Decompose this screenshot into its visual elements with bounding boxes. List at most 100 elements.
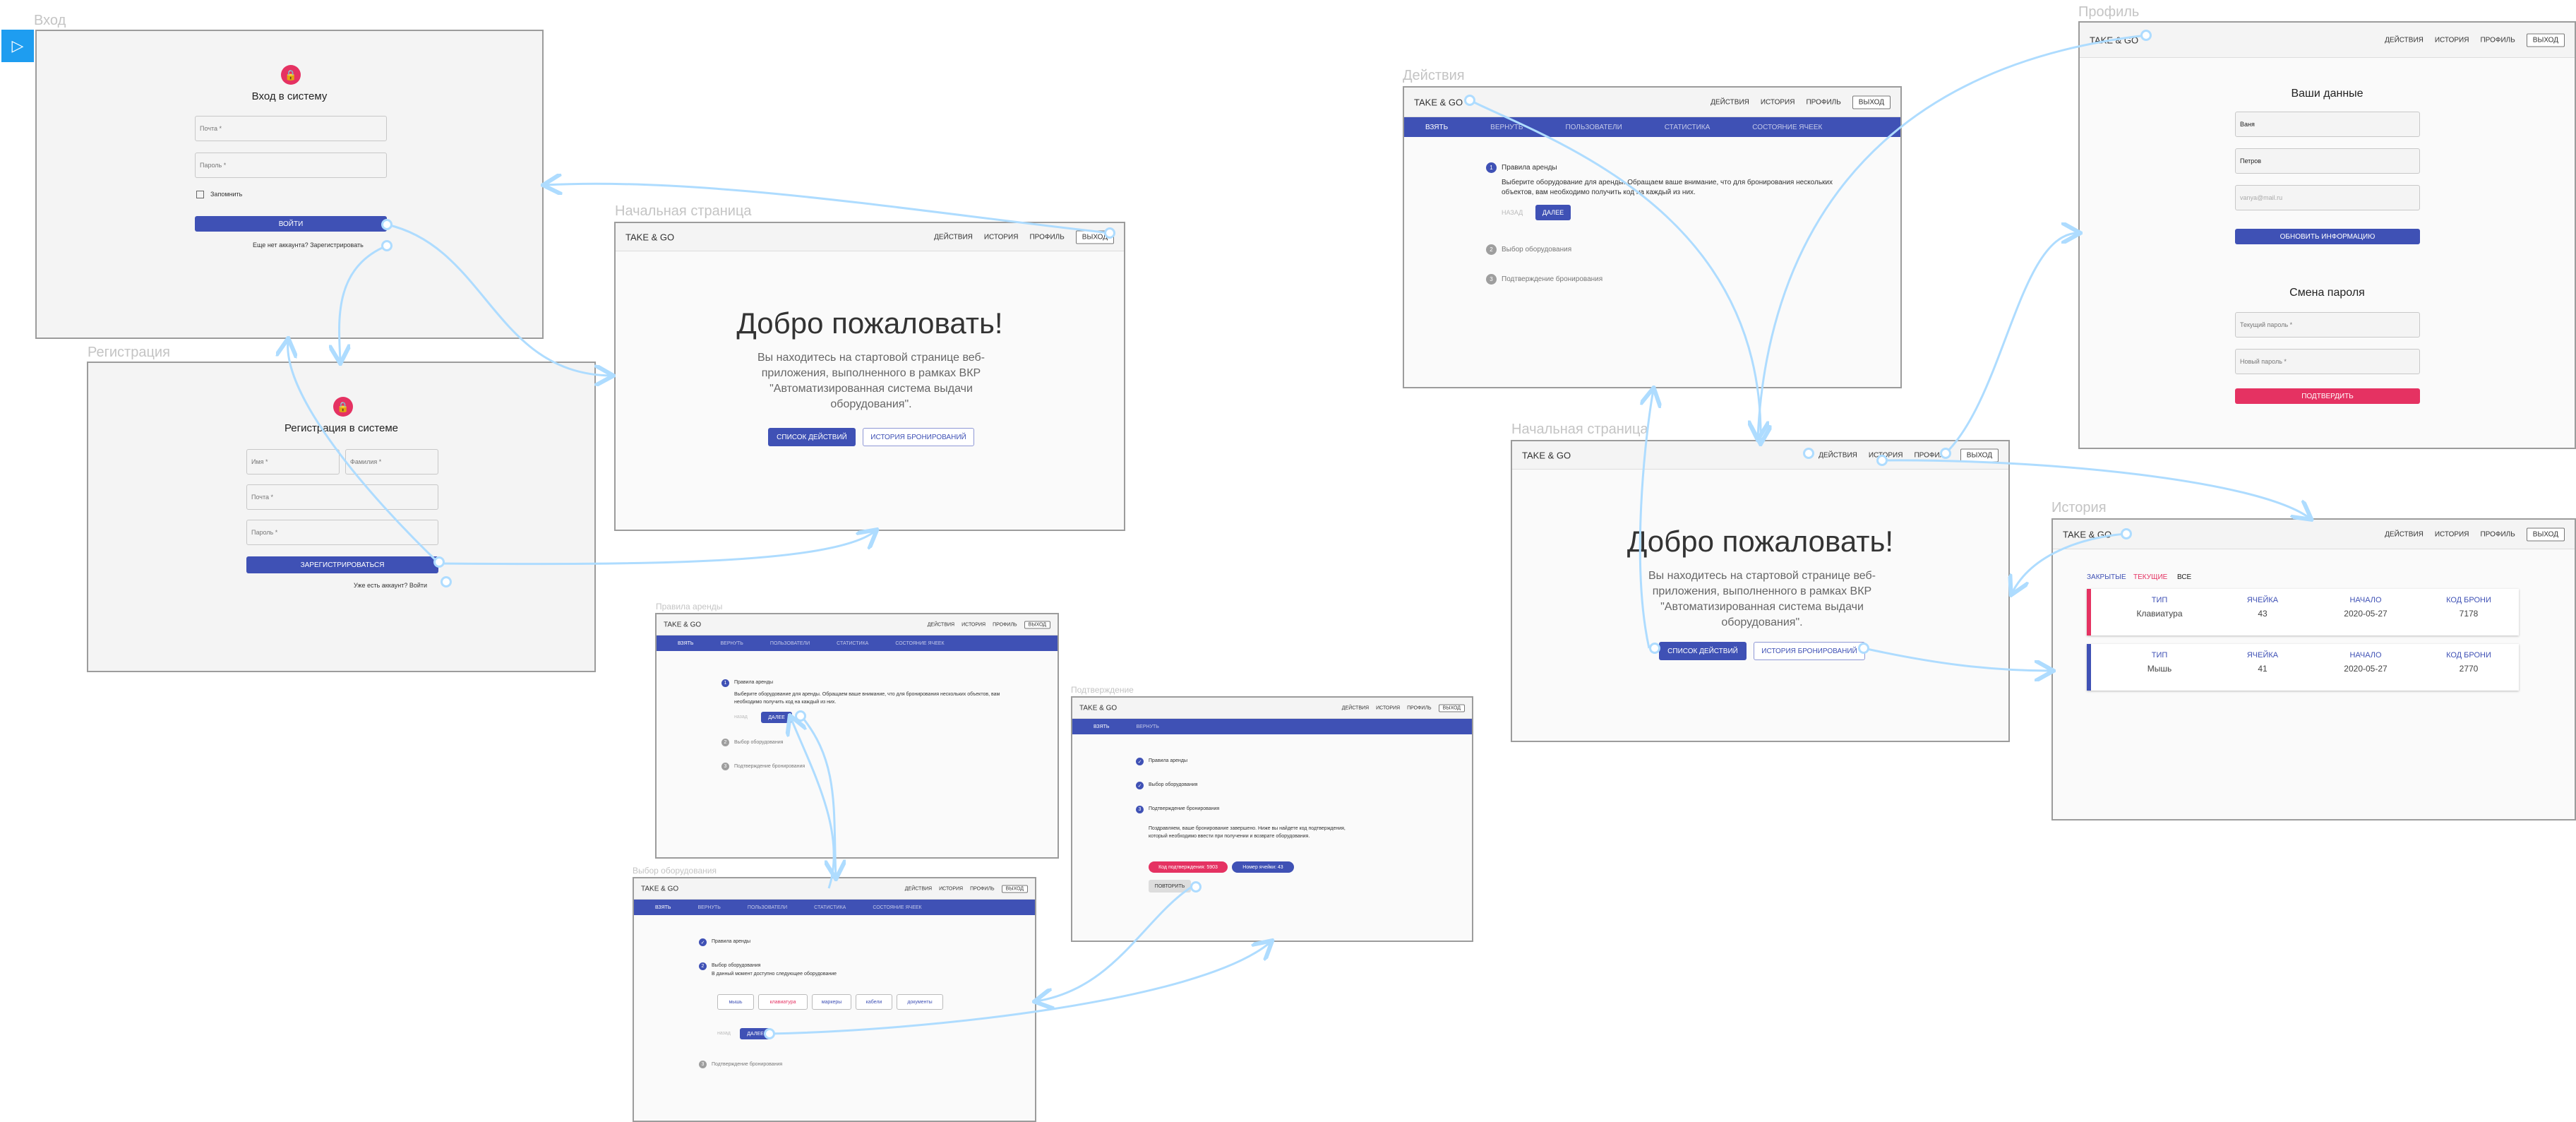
logout-button[interactable]: выход (1852, 95, 1891, 109)
nav-profile[interactable]: профиль (2480, 36, 2515, 44)
next-button[interactable]: далее (1535, 205, 1571, 220)
nav-actions[interactable]: действия (1711, 98, 1749, 106)
connector-handle[interactable] (1649, 643, 1660, 654)
equip-chip-cables[interactable]: кабели (856, 994, 892, 1010)
connector-handle[interactable] (1876, 455, 1888, 466)
email-field[interactable]: vanya@mail.ru (2235, 185, 2420, 210)
nav-history[interactable]: история (984, 233, 1019, 241)
tab-return[interactable]: вернуть (698, 905, 721, 910)
nav-history[interactable]: история (2435, 530, 2469, 538)
tab-cells[interactable]: состояние ячеек (1752, 124, 1822, 131)
nav-actions[interactable]: действия (1819, 451, 1857, 459)
nav-actions[interactable]: действия (905, 886, 932, 891)
password-field[interactable]: Пароль * (246, 520, 438, 545)
connector-handle[interactable] (1940, 448, 1951, 459)
history-button[interactable]: история бронирований (1754, 642, 1865, 660)
new-password-field[interactable]: Новый пароль * (2235, 349, 2420, 374)
nav-actions[interactable]: действия (1342, 705, 1369, 710)
email-field[interactable]: Почта * (195, 116, 387, 141)
nav-actions[interactable]: действия (928, 622, 954, 627)
login-button[interactable]: войти (195, 216, 387, 232)
connector-handle[interactable] (441, 576, 452, 587)
connector-handle[interactable] (2121, 528, 2132, 539)
name-field[interactable]: Имя * (246, 449, 340, 475)
tab-stats[interactable]: статистика (1665, 124, 1711, 131)
next-button[interactable]: далее (761, 712, 792, 723)
nav-history[interactable]: история (961, 622, 986, 627)
tab-return[interactable]: вернуть (1490, 124, 1523, 131)
tab-cells[interactable]: состояние ячеек (873, 905, 921, 910)
equip-chip-mouse[interactable]: мышь (717, 994, 754, 1010)
register-button[interactable]: зарегистрироваться (246, 556, 438, 573)
login-link[interactable]: Уже есть аккаунт? Войти (354, 582, 427, 589)
filter-current[interactable]: текущие (2133, 573, 2167, 581)
nav-profile[interactable]: профиль (970, 886, 995, 891)
nav-history[interactable]: история (1376, 705, 1400, 710)
history-row[interactable]: тип Мышь ячейка 41 начало 2020-05-27 код бр… (2087, 644, 2519, 691)
tab-stats[interactable]: статистика (837, 641, 868, 646)
nav-actions[interactable]: действия (2385, 36, 2424, 44)
filter-closed[interactable]: закрытые (2087, 573, 2126, 581)
history-button[interactable]: история бронирований (863, 428, 974, 446)
confirm-button[interactable]: подтвердить (2235, 388, 2420, 404)
logout-button[interactable]: выход (1438, 704, 1465, 712)
back-button[interactable]: назад (717, 1031, 731, 1036)
logout-button[interactable]: выход (1960, 448, 1999, 462)
back-button[interactable]: назад (734, 715, 748, 720)
nav-actions[interactable]: действия (2385, 530, 2424, 538)
connector-handle[interactable] (381, 240, 393, 251)
actions-list-button[interactable]: список действий (768, 428, 856, 446)
nav-profile[interactable]: профиль (1806, 98, 1840, 106)
equip-chip-markers[interactable]: маркеры (812, 994, 851, 1010)
nav-history[interactable]: история (939, 886, 963, 891)
tab-cells[interactable]: состояние ячеек (895, 641, 944, 646)
current-password-field[interactable]: Текущий пароль * (2235, 312, 2420, 338)
connector-handle[interactable] (1104, 227, 1115, 239)
play-icon[interactable]: ▷ (1, 30, 34, 62)
connector-handle[interactable] (381, 219, 393, 230)
name-field[interactable]: Ваня (2235, 112, 2420, 137)
logout-button[interactable]: выход (1024, 621, 1050, 628)
logout-button[interactable]: выход (2526, 33, 2565, 47)
tab-return[interactable]: вернуть (721, 641, 743, 646)
connector-handle[interactable] (1190, 881, 1202, 893)
connector-handle[interactable] (764, 1028, 775, 1039)
connector-handle[interactable] (1803, 448, 1814, 459)
nav-profile[interactable]: профиль (1029, 233, 1064, 241)
register-link[interactable]: Еще нет аккаунта? Зарегистрировать (253, 241, 364, 249)
tab-take[interactable]: взять (1094, 724, 1110, 729)
connector-handle[interactable] (1858, 643, 1869, 654)
nav-profile[interactable]: профиль (2480, 530, 2515, 538)
update-info-button[interactable]: обновить информацию (2235, 229, 2420, 244)
tab-stats[interactable]: статистика (814, 905, 846, 910)
password-field[interactable]: Пароль * (195, 153, 387, 178)
filter-all[interactable]: все (2177, 573, 2191, 581)
nav-history[interactable]: история (2435, 36, 2469, 44)
tab-users[interactable]: пользователи (770, 641, 810, 646)
surname-field[interactable]: Петров (2235, 148, 2420, 174)
nav-history[interactable]: история (1761, 98, 1795, 106)
connector-handle[interactable] (1464, 95, 1475, 106)
logout-button[interactable]: выход (2526, 527, 2565, 541)
tab-take[interactable]: взять (655, 905, 671, 910)
email-field[interactable]: Почта * (246, 484, 438, 510)
equip-chip-keyboard[interactable]: клавиатура (758, 994, 808, 1010)
nav-actions[interactable]: действия (934, 233, 973, 241)
tab-take[interactable]: взять (678, 641, 694, 646)
tab-take[interactable]: взять (1425, 124, 1448, 131)
connector-handle[interactable] (433, 556, 445, 568)
logout-button[interactable]: выход (1001, 885, 1028, 893)
remember-checkbox[interactable] (196, 191, 204, 198)
tab-users[interactable]: пользователи (1565, 124, 1622, 131)
nav-profile[interactable]: профиль (1407, 705, 1432, 710)
repeat-button[interactable]: повторить (1149, 880, 1191, 893)
nav-profile[interactable]: профиль (993, 622, 1017, 627)
back-button[interactable]: назад (1502, 209, 1523, 216)
actions-list-button[interactable]: список действий (1659, 642, 1747, 660)
equip-chip-documents[interactable]: документы (897, 994, 943, 1010)
tab-users[interactable]: пользователи (748, 905, 787, 910)
history-row[interactable]: тип Клавиатура ячейка 43 начало 2020-05-27 … (2087, 589, 2519, 635)
surname-field[interactable]: Фамилия * (345, 449, 438, 475)
connector-handle[interactable] (795, 710, 806, 722)
tab-return[interactable]: вернуть (1137, 724, 1159, 729)
